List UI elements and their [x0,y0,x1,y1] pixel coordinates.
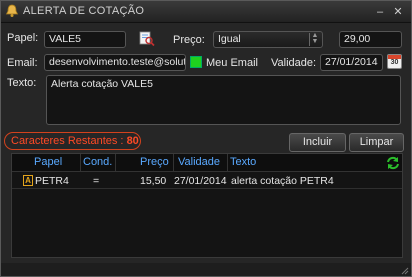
col-header-validade[interactable]: Validade [178,156,220,168]
resize-grip-icon[interactable] [400,266,409,275]
window-title: ALERTA DE COTAÇÃO [23,5,145,17]
texto-label: Texto: [7,77,37,89]
cell-texto: alerta cotação PETR4 [231,175,334,187]
papel-label: Papel: [7,32,39,44]
validade-label: Validade: [271,57,317,69]
cell-cond: = [93,175,100,187]
texto-textarea[interactable]: Alerta cotação VALE5 [46,75,401,125]
calendar-icon[interactable]: 30 [387,54,402,69]
title-bar: ALERTA DE COTAÇÃO – ✕ [1,1,411,23]
price-input[interactable]: 29,00 [339,31,402,48]
cell-papel: PETR4 [35,175,69,187]
col-header-cond[interactable]: Cond. [83,156,112,168]
refresh-icon[interactable] [386,156,400,170]
papel-input[interactable]: VALE5 [44,31,126,48]
col-header-papel[interactable]: Papel [34,156,62,168]
alert-type-icon: A [23,175,33,186]
status-bar [1,263,411,276]
close-button[interactable]: ✕ [391,5,405,19]
email-label: Email: [7,57,38,69]
search-icon[interactable] [139,31,155,47]
table-row[interactable]: A PETR4 = 15,50 27/01/2014 alerta cotaçã… [12,173,402,189]
meu-email-checkbox[interactable] [190,56,202,68]
cell-validade: 27/01/2014 [174,175,227,187]
table-header: Papel Cond. Preço Validade Texto [12,154,402,172]
counter-label: Caracteres Restantes : [11,135,124,147]
calendar-day: 30 [390,59,399,66]
operator-value: Igual [218,33,241,45]
meu-email-label: Meu Email [206,57,258,69]
minimize-button[interactable]: – [373,5,387,19]
col-header-texto[interactable]: Texto [230,156,256,168]
select-arrows-icon: ▲ ▼ [309,32,319,46]
cell-preco: 15,50 [140,175,167,187]
operator-select[interactable]: Igual ▲ ▼ [213,31,323,48]
limpar-button[interactable]: Limpar [349,133,404,152]
counter-value: 80 [126,135,139,147]
bell-icon [5,4,19,17]
col-header-preco[interactable]: Preço [140,156,169,168]
alert-window: ALERTA DE COTAÇÃO – ✕ Papel: VALE5 Preço… [0,0,412,277]
characters-remaining: Caracteres Restantes : 80 [4,132,141,150]
alerts-table: Papel Cond. Preço Validade Texto A PETR4… [11,153,403,258]
incluir-button[interactable]: Incluir [289,133,346,152]
email-input[interactable]: desenvolvimento.teste@soluti [44,54,186,71]
preco-label: Preço: [173,34,205,46]
validade-input[interactable]: 27/01/2014 [320,54,383,71]
